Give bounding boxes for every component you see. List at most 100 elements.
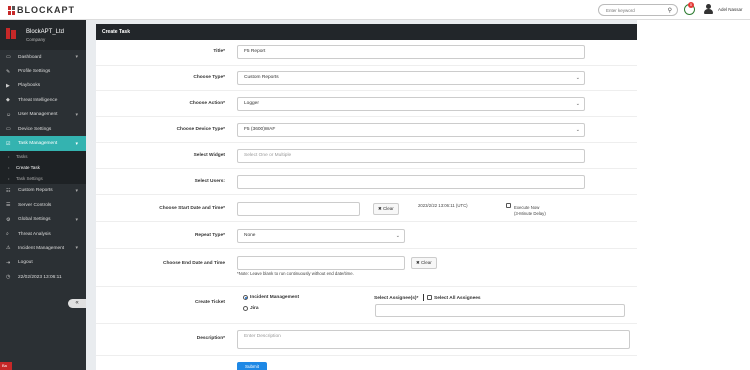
sidebar-item-label: Incident Management bbox=[18, 245, 65, 251]
clear-icon: ✖ bbox=[416, 260, 420, 265]
notification-count-badge: 0 bbox=[688, 2, 694, 8]
submit-button[interactable]: Submit bbox=[237, 362, 267, 370]
laptop-icon: ▭ bbox=[6, 126, 11, 133]
monitor-icon: ▭ bbox=[6, 54, 11, 61]
file-icon: ☷ bbox=[6, 187, 11, 194]
collapse-sidebar-button[interactable]: « bbox=[68, 299, 86, 308]
bullet-icon: • bbox=[8, 153, 10, 159]
jira-label: Jira bbox=[250, 306, 259, 311]
select-all-assignees-label: Select All Assignees bbox=[434, 296, 481, 301]
search-icon[interactable]: ⚲ bbox=[668, 7, 672, 14]
sidebar-subitem-create-task[interactable]: • Create Task bbox=[0, 161, 86, 173]
sidebar-item-label: Device Settings bbox=[18, 126, 52, 132]
end-date-note: *Note: Leave blank to run continuously w… bbox=[237, 271, 354, 276]
chevron-down-icon: ▾ bbox=[75, 140, 78, 147]
sidebar-item-task-management[interactable]: ☑ Task Management ▾ bbox=[0, 136, 86, 151]
blockapt-logo[interactable]: BLOCKAPT bbox=[8, 5, 75, 15]
logo-text: BLOCKAPT bbox=[17, 5, 75, 15]
incident-management-radio[interactable] bbox=[243, 295, 248, 300]
clear-start-date-button[interactable]: ✖ Clear bbox=[373, 203, 399, 215]
select-all-assignees-checkbox[interactable] bbox=[427, 295, 432, 300]
choose-device-value: F5 (3600)WAF bbox=[244, 127, 276, 132]
sidebar-item-playbooks[interactable]: ▶ Playbooks bbox=[0, 79, 86, 93]
sidebar-item-threat-intelligence[interactable]: ◆ Threat Intelligence bbox=[0, 93, 86, 107]
execute-now-label: Execute Now bbox=[514, 205, 540, 210]
edit-icon: ✎ bbox=[6, 68, 11, 75]
users-label: Select Users: bbox=[194, 179, 225, 184]
sidebar-subitem-label: Task Settings bbox=[16, 175, 43, 181]
sidebar-nav: ▭ Dashboard ▾ ✎ Profile Settings ▶ Playbooks ◆ T… bbox=[0, 50, 86, 284]
sidebar-item-logout[interactable]: ⇥ Logout bbox=[0, 256, 86, 270]
choose-action-row: Choose Action* Logger ⌄ bbox=[96, 91, 637, 117]
choose-action-label: Choose Action* bbox=[189, 101, 225, 106]
logout-icon: ⇥ bbox=[6, 259, 11, 266]
widget-label: Select Widget bbox=[193, 153, 225, 158]
end-date-label: Choose End Date and Time bbox=[162, 261, 225, 266]
clear-end-date-button[interactable]: ✖ Clear bbox=[411, 257, 437, 269]
sidebar-item-device-settings[interactable]: ▭ Device Settings bbox=[0, 122, 86, 136]
title-input[interactable]: F5 Report bbox=[237, 45, 585, 59]
choose-type-value: Custom Reports bbox=[244, 75, 279, 80]
sidebar-subitem-label: Create Task bbox=[16, 164, 40, 170]
company-header: BlockAPT_Ltd Company bbox=[0, 20, 86, 50]
create-ticket-row: Create Ticket Incident Management Jira S… bbox=[96, 287, 637, 324]
users-multiselect[interactable] bbox=[237, 175, 585, 189]
description-textarea[interactable]: Enter Description bbox=[237, 330, 630, 349]
sidebar-item-label: Profile Settings bbox=[18, 69, 51, 75]
sidebar-item-custom-reports[interactable]: ☷ Custom Reports ▾ bbox=[0, 184, 86, 198]
user-avatar-icon[interactable] bbox=[703, 4, 713, 15]
chevron-down-icon: ⌄ bbox=[575, 101, 580, 107]
clear-end-label: Clear bbox=[421, 260, 432, 265]
top-bar: BLOCKAPT ⚲ 0 Adel Nassar bbox=[0, 0, 750, 20]
divider bbox=[423, 294, 424, 301]
end-date-input[interactable] bbox=[237, 256, 405, 270]
sidebar-item-dashboard[interactable]: ▭ Dashboard ▾ bbox=[0, 50, 86, 64]
company-subtitle: Company bbox=[26, 37, 46, 42]
sidebar-item-label: User Management bbox=[18, 112, 58, 118]
jira-radio[interactable] bbox=[243, 306, 248, 311]
sidebar-item-label: Playbooks bbox=[18, 83, 41, 89]
bullet-icon: • bbox=[8, 175, 10, 181]
logo-mark-icon bbox=[8, 5, 15, 15]
clear-start-label: Clear bbox=[383, 206, 394, 211]
sidebar-item-profile-settings[interactable]: ✎ Profile Settings bbox=[0, 64, 86, 78]
create-task-panel: Create Task Title* F5 Report Choose Type… bbox=[96, 24, 637, 370]
start-date-input[interactable] bbox=[237, 202, 360, 216]
sidebar-item-threat-analysis[interactable]: ⌕ Threat Analysis bbox=[0, 227, 86, 241]
choose-device-select[interactable]: F5 (3600)WAF ⌄ bbox=[237, 123, 585, 137]
chevron-down-icon: ▾ bbox=[75, 54, 78, 61]
sidebar-subitem-task-settings[interactable]: • Task Settings bbox=[0, 172, 86, 184]
company-logo-icon bbox=[6, 28, 16, 39]
create-ticket-label: Create Ticket bbox=[194, 300, 225, 305]
choose-type-select[interactable]: Custom Reports ⌄ bbox=[237, 71, 585, 85]
sidebar-item-user-management[interactable]: ☺ User Management ▾ bbox=[0, 108, 86, 122]
incident-management-label: Incident Management bbox=[250, 295, 300, 300]
chevron-down-icon: ⌄ bbox=[395, 233, 400, 239]
chevron-down-icon: ⌄ bbox=[575, 75, 580, 81]
gear-icon: ⚙ bbox=[6, 216, 11, 223]
sidebar-subitem-tasks[interactable]: • Tasks bbox=[0, 150, 86, 162]
sidebar-item-server-controls[interactable]: ☰ Server Controls bbox=[0, 198, 86, 212]
repeat-select[interactable]: None ⌄ bbox=[237, 229, 405, 243]
sidebar-item-incident-management[interactable]: ⚠ Incident Management ▾ bbox=[0, 241, 86, 255]
sidebar-item-label: Server Controls bbox=[18, 202, 52, 208]
user-name[interactable]: Adel Nassar bbox=[718, 7, 743, 12]
choose-device-label: Choose Device Type* bbox=[176, 127, 225, 132]
search-input[interactable] bbox=[606, 8, 666, 13]
assignee-select[interactable] bbox=[375, 304, 625, 317]
choose-action-select[interactable]: Logger ⌄ bbox=[237, 97, 585, 111]
sidebar-item-global-settings[interactable]: ⚙ Global Settings ▾ bbox=[0, 213, 86, 227]
sidebar-item-22-02-2023-13-06-11[interactable]: ◷ 22/02/2023 13:06:11 bbox=[0, 270, 86, 284]
content-background bbox=[637, 20, 750, 370]
assignee-label: Select Assignee(s)* bbox=[374, 296, 419, 301]
repeat-label: Repeat Type* bbox=[194, 233, 225, 238]
tasks-icon: ☑ bbox=[6, 140, 11, 147]
sidebar-item-label: Threat Analysis bbox=[18, 231, 51, 237]
title-row: Title* F5 Report bbox=[96, 40, 637, 66]
sidebar-item-label: Task Management bbox=[18, 141, 58, 147]
chevron-down-icon: ⌄ bbox=[575, 127, 580, 133]
execute-now-checkbox[interactable] bbox=[506, 203, 511, 208]
sidebar-item-label: Threat Intelligence bbox=[18, 97, 58, 103]
chevron-down-icon: ▾ bbox=[75, 245, 78, 252]
widget-multiselect[interactable]: Select One or Multiple bbox=[237, 149, 585, 163]
